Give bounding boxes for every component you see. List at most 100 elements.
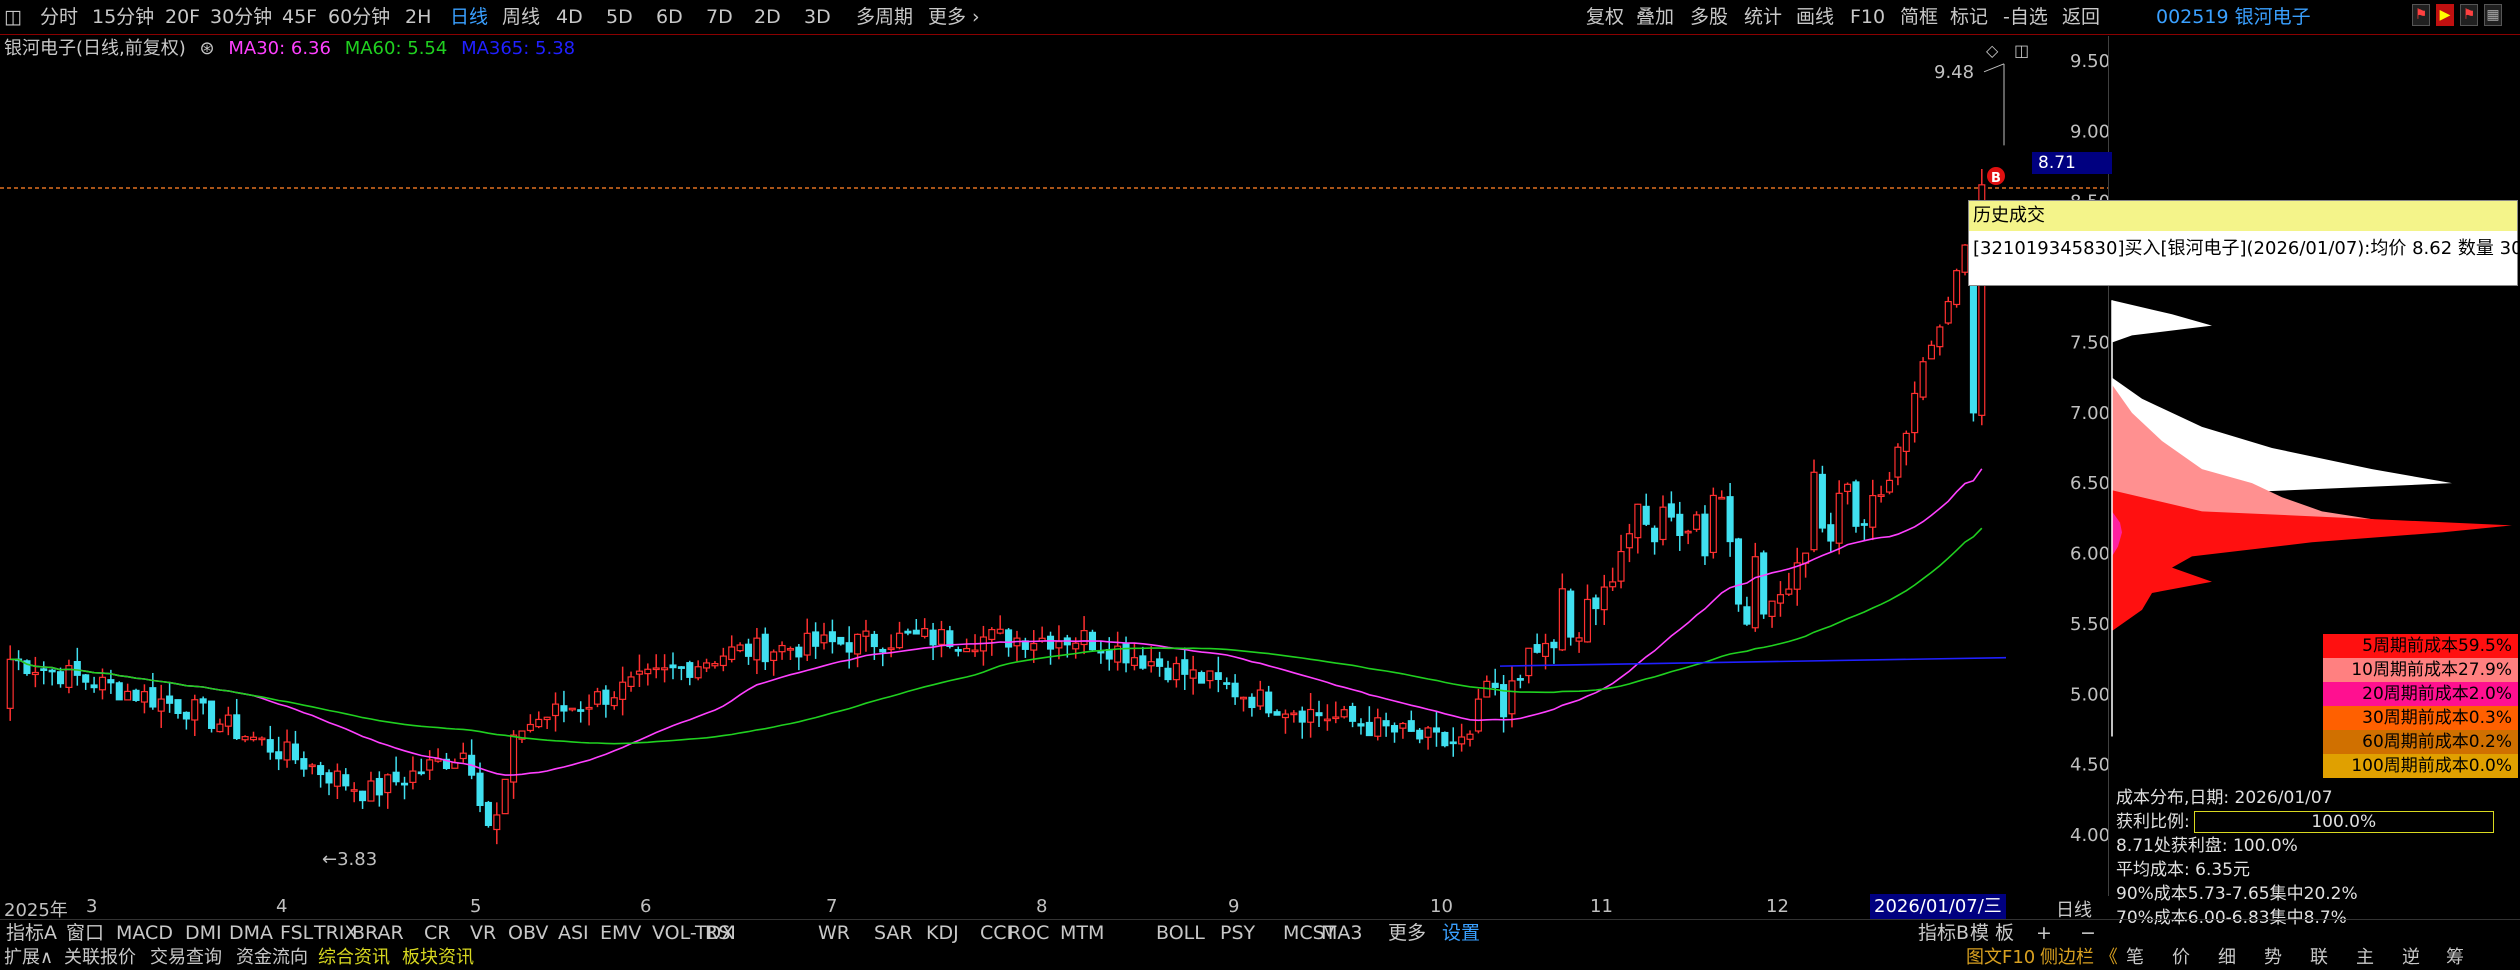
bottom-right-5[interactable]: 势 xyxy=(2264,946,2282,970)
bottom-left-4[interactable]: 综合资讯 xyxy=(318,946,390,970)
candle-body-169 xyxy=(1424,727,1432,738)
indicator-tab-1[interactable]: 窗口 xyxy=(66,920,104,946)
candle-body-154 xyxy=(1298,710,1306,723)
indicator-tab-16[interactable]: SAR xyxy=(874,920,913,946)
candle-body-64 xyxy=(543,716,551,721)
candle-body-222 xyxy=(1869,494,1877,528)
candle-body-0 xyxy=(6,658,14,709)
indicator-tab-11[interactable]: ASI xyxy=(558,920,589,946)
candle-body-127 xyxy=(1072,642,1080,650)
indicator-tab-4[interactable]: DMA xyxy=(229,920,273,946)
indicator-tab-26[interactable]: 设置 xyxy=(1442,920,1480,946)
candle-body-58 xyxy=(493,814,501,831)
indicator-tab-24[interactable]: MA3 xyxy=(1321,920,1362,946)
indicator-tab-8[interactable]: CR xyxy=(424,920,450,946)
candle-body-90 xyxy=(761,633,769,663)
indicator-tab-2[interactable]: MACD xyxy=(116,920,173,946)
bottom-right-8[interactable]: 逆 xyxy=(2402,946,2420,970)
candle-body-62 xyxy=(526,723,534,732)
candle-body-78 xyxy=(661,667,669,671)
bottom-left-0[interactable]: 扩展∧ xyxy=(4,946,53,970)
indicator-tab-7[interactable]: BRAR xyxy=(352,920,404,946)
indicator-tab-9[interactable]: VR xyxy=(470,920,496,946)
bottom-right-4[interactable]: 细 xyxy=(2218,946,2236,970)
candle-body-28 xyxy=(241,736,249,741)
candle-body-42 xyxy=(359,790,367,802)
candle-body-215 xyxy=(1810,471,1818,551)
indicator-tab-25[interactable]: 更多 xyxy=(1388,920,1426,946)
candle-body-163 xyxy=(1374,717,1382,737)
candle-body-87 xyxy=(736,644,744,652)
indicator-tab-20[interactable]: MTM xyxy=(1060,920,1104,946)
candle-body-114 xyxy=(963,647,971,653)
candle-body-209 xyxy=(1760,552,1768,615)
candle-body-65 xyxy=(551,703,560,717)
candle-body-138 xyxy=(1164,667,1172,681)
candle-body-230 xyxy=(1936,326,1944,348)
indicator-right-3[interactable]: − xyxy=(2080,920,2096,946)
indicator-tab-14[interactable]: RSI xyxy=(705,920,736,946)
indicator-right-0[interactable]: 指标B xyxy=(1918,920,1969,946)
candle-body-92 xyxy=(778,644,786,653)
candle-body-34 xyxy=(291,743,299,761)
candle-body-219 xyxy=(1844,483,1852,492)
candle-body-105 xyxy=(887,647,895,651)
bottom-right-6[interactable]: 联 xyxy=(2310,946,2328,970)
candle-body-99 xyxy=(837,636,845,645)
candle-body-93 xyxy=(786,647,794,651)
ratio-value: 100.0% xyxy=(2193,811,2494,833)
candle-body-134 xyxy=(1130,657,1138,667)
bottom-left-2[interactable]: 交易查询 xyxy=(150,946,222,970)
bottom-right-1[interactable]: 侧边栏 《 xyxy=(2040,946,2118,970)
candle-body-140 xyxy=(1181,659,1189,675)
indicator-tab-15[interactable]: WR xyxy=(818,920,850,946)
candle-body-40 xyxy=(342,774,350,787)
candle-body-200 xyxy=(1684,530,1692,534)
ratio-label: 获利比例: xyxy=(2116,812,2190,832)
candle-body-115 xyxy=(971,649,979,653)
candle-body-131 xyxy=(1105,648,1113,660)
high-price-label: 9.48 xyxy=(1934,62,1974,83)
indicator-tab-17[interactable]: KDJ xyxy=(926,920,959,946)
indicator-right-1[interactable]: 模 板 xyxy=(1970,920,2014,946)
bottom-left-3[interactable]: 资金流向 xyxy=(236,946,308,970)
indicator-tab-3[interactable]: DMI xyxy=(185,920,222,946)
indicator-tab-10[interactable]: OBV xyxy=(508,920,548,946)
bottom-right-2[interactable]: 笔 xyxy=(2126,946,2144,970)
candle-body-207 xyxy=(1743,606,1751,625)
bottom-right-7[interactable]: 主 xyxy=(2356,946,2374,970)
candle-body-19 xyxy=(166,695,174,704)
x-tick-3: 5 xyxy=(470,896,482,917)
candle-body-203 xyxy=(1709,494,1717,554)
bottom-bar: 扩展∧ 关联报价 交易查询 资金流向 综合资讯 板块资讯 图文F10 侧边栏 《笔 价 细 势 联 主 逆… xyxy=(0,946,2520,970)
bottom-left-1[interactable]: 关联报价 xyxy=(64,946,136,970)
candle-body-35 xyxy=(300,758,308,770)
indicator-tab-5[interactable]: FSL xyxy=(280,920,313,946)
indicator-tab-21[interactable]: BOLL xyxy=(1156,920,1205,946)
x-date-box: 2026/01/07/三 xyxy=(1870,894,2006,920)
cost-legend-item-4: 60周期前成本0.2% xyxy=(2323,730,2518,754)
candle-body-231 xyxy=(1944,300,1952,324)
indicator-right-2[interactable]: + xyxy=(2036,920,2052,946)
indicator-tab-19[interactable]: ROC xyxy=(1008,920,1049,946)
indicator-tab-12[interactable]: EMV xyxy=(600,920,641,946)
cost-ratio-row: 获利比例: 100.0% xyxy=(2116,810,2516,834)
candle-body-72 xyxy=(610,697,618,707)
candle-body-182 xyxy=(1533,644,1541,653)
candle-body-119 xyxy=(1005,629,1013,648)
candle-body-175 xyxy=(1474,698,1482,732)
bottom-right-9[interactable]: 筹 xyxy=(2446,946,2464,970)
indicator-tab-22[interactable]: PSY xyxy=(1220,920,1255,946)
bottom-left-5[interactable]: 板块资讯 xyxy=(402,946,474,970)
bottom-right-3[interactable]: 价 xyxy=(2172,946,2190,970)
indicator-tab-6[interactable]: TRIX xyxy=(314,920,357,946)
candle-body-135 xyxy=(1139,655,1147,669)
x-tick-7: 9 xyxy=(1228,896,1240,917)
candle-body-185 xyxy=(1558,588,1566,651)
price-tick-5: 7.00 xyxy=(2070,403,2110,424)
indicator-tab-0[interactable]: 指标A xyxy=(6,920,57,946)
bottom-right-0[interactable]: 图文F10 xyxy=(1966,946,2035,970)
candle-body-226 xyxy=(1902,432,1910,452)
trade-history-popup[interactable]: 历史成交 [321019345830]买入[银河电子](2026/01/07):… xyxy=(1968,200,2520,286)
candle-body-223 xyxy=(1877,494,1885,497)
